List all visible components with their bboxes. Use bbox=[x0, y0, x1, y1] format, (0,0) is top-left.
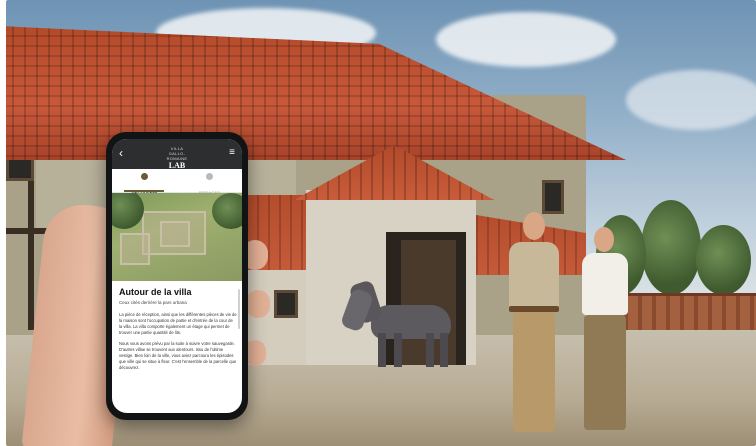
scrollbar[interactable] bbox=[238, 289, 240, 329]
ruin-outline bbox=[120, 233, 150, 265]
donkey-leg bbox=[440, 333, 448, 367]
smartphone: ‹ VILLA GALLO-ROMAINE LAB ≡ DÉCOUVRIR SE… bbox=[106, 132, 248, 420]
menu-icon[interactable]: ≡ bbox=[229, 148, 235, 158]
logo-caption: VILLA GALLO-ROMAINE bbox=[166, 146, 188, 161]
cloud bbox=[436, 12, 616, 67]
character-head bbox=[523, 212, 545, 240]
character-man bbox=[501, 210, 571, 440]
tree bbox=[112, 193, 144, 229]
back-button[interactable]: ‹ bbox=[119, 147, 123, 159]
tree bbox=[641, 200, 701, 295]
donkey-leg bbox=[378, 333, 386, 367]
compass-icon bbox=[141, 173, 148, 180]
aerial-ruins-photo bbox=[112, 193, 242, 281]
tab-bar: DÉCOUVRIR SERVICES bbox=[112, 169, 242, 195]
character-woman bbox=[574, 225, 644, 440]
app-logo: VILLA GALLO-ROMAINE LAB bbox=[162, 146, 192, 170]
donkey-leg bbox=[426, 333, 434, 367]
character-head bbox=[594, 227, 614, 252]
article-subtitle: Ceux cités derrière la pars urbana bbox=[119, 300, 187, 305]
donkey-leg bbox=[394, 333, 402, 367]
finger bbox=[246, 290, 270, 318]
tree bbox=[212, 193, 242, 229]
tab-services[interactable]: SERVICES bbox=[177, 169, 242, 195]
article-paragraph: Nous vous avons prévu par la suite à sui… bbox=[119, 341, 237, 370]
character-legs bbox=[513, 312, 555, 432]
article-paragraph: La pièce de réception, ainsi que les dif… bbox=[119, 312, 237, 335]
ruin-outline bbox=[160, 221, 190, 247]
character-trousers bbox=[584, 315, 626, 430]
scene: ‹ VILLA GALLO-ROMAINE LAB ≡ DÉCOUVRIR SE… bbox=[6, 0, 756, 446]
info-icon bbox=[206, 173, 213, 180]
active-tab-indicator bbox=[124, 190, 164, 192]
tree bbox=[696, 225, 751, 295]
article-title: Autour de la villa bbox=[119, 287, 192, 297]
window bbox=[542, 180, 564, 214]
phone-screen: ‹ VILLA GALLO-ROMAINE LAB ≡ DÉCOUVRIR SE… bbox=[112, 139, 242, 413]
character-tunic bbox=[509, 242, 559, 312]
tab-decouvrir[interactable]: DÉCOUVRIR bbox=[112, 169, 177, 195]
app-header: ‹ VILLA GALLO-ROMAINE LAB ≡ bbox=[112, 139, 242, 170]
window bbox=[274, 290, 298, 318]
article: Autour de la villa Ceux cités derrière l… bbox=[119, 287, 237, 376]
character-shirt bbox=[582, 253, 628, 315]
cloud bbox=[626, 70, 756, 130]
